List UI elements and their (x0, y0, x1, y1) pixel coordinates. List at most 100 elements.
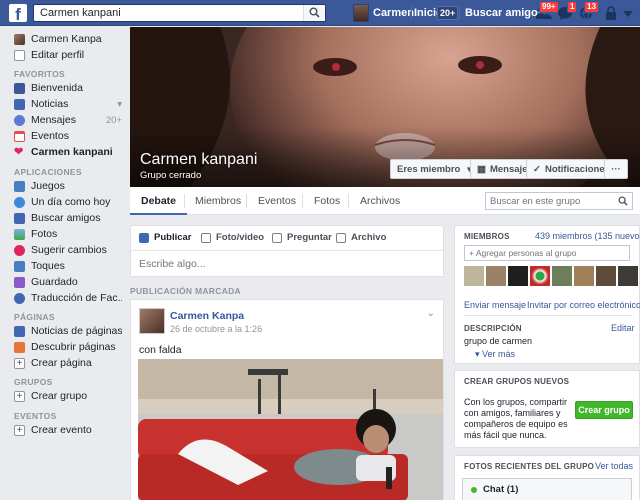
members-panel: MIEMBROS 439 miembros (135 nuevos) Envia… (454, 225, 640, 364)
sidebar-item-create-group[interactable]: + Crear grupo (14, 388, 122, 404)
member-avatar[interactable] (574, 266, 594, 286)
member-avatar[interactable] (552, 266, 572, 286)
sidebar-item-bienvenida[interactable]: Bienvenida (14, 80, 122, 96)
tab-divider (246, 194, 247, 208)
create-groups-text-line3: compañeros de equipo es (464, 419, 568, 429)
member-avatar[interactable] (596, 266, 616, 286)
group-cover-photo[interactable]: Carmen kanpani Grupo cerrado Eres miembr… (130, 27, 640, 187)
left-sidebar: Carmen Kanpa Editar perfil FAVORITOS Bie… (0, 27, 128, 500)
composer-tab-label: Publicar (154, 232, 192, 243)
photo-icon (201, 232, 211, 243)
create-groups-text-line2: con amigos, familiares y (464, 408, 561, 418)
online-status-icon (471, 486, 477, 493)
friends-icon (14, 212, 25, 224)
message-button[interactable]: ▦ Mensaje (470, 159, 535, 179)
pencil-icon (14, 49, 25, 61)
sidebar-item-translate[interactable]: Traducción de Fac... (14, 290, 122, 306)
photos-icon (14, 228, 25, 240)
poke-icon (14, 260, 25, 272)
post-composer: Publicar Foto/video Preguntar Archivo (130, 225, 444, 277)
lock-icon (606, 6, 616, 20)
sidebar-item-messages[interactable]: Mensajes 20+ (14, 112, 122, 128)
send-message-link[interactable]: Enviar mensaje (464, 300, 526, 310)
bulb-icon (14, 244, 25, 256)
post-photo[interactable] (138, 359, 443, 500)
more-options-button[interactable]: ··· (604, 159, 628, 179)
post-timestamp[interactable]: 26 de octubre a la 1:26 (170, 324, 262, 334)
messages-count: 20+ (105, 114, 122, 126)
sidebar-item-photos[interactable]: Fotos (14, 226, 122, 242)
bookmark-icon (14, 276, 25, 288)
chevron-down-icon[interactable]: ⌄ (427, 308, 435, 319)
sidebar-item-suggest-edits[interactable]: Sugerir cambios (14, 242, 122, 258)
search-input[interactable] (34, 5, 302, 21)
member-avatar[interactable] (508, 266, 528, 286)
privacy-shortcuts-button[interactable] (604, 6, 620, 20)
member-avatar[interactable] (618, 266, 638, 286)
sidebar-item-edit-profile[interactable]: Editar perfil (14, 47, 122, 63)
composer-tab-photo-video[interactable]: Foto/video (201, 232, 264, 243)
group-title[interactable]: Carmen kanpani (140, 151, 257, 169)
search-icon[interactable] (618, 196, 628, 206)
sidebar-item-find-friends[interactable]: Buscar amigos (14, 210, 122, 226)
sidebar-item-create-event[interactable]: + Crear evento (14, 422, 122, 438)
sidebar-item-saved[interactable]: Guardado (14, 274, 122, 290)
games-icon (14, 180, 25, 192)
messages-icon (14, 114, 25, 126)
composer-tab-file[interactable]: Archivo (336, 232, 386, 243)
member-avatar[interactable] (530, 266, 550, 286)
search-icon (309, 7, 320, 18)
chat-bar[interactable]: Chat (1) (462, 478, 632, 500)
chevron-down-icon[interactable]: ▾ (117, 99, 122, 110)
checkmark-icon: ✓ (533, 163, 541, 175)
composer-tab-post[interactable]: Publicar (139, 232, 192, 243)
tab-debate[interactable]: Debate (130, 187, 188, 215)
facebook-logo-icon[interactable]: f (9, 4, 27, 22)
find-friends-link[interactable]: Buscar amigos (465, 7, 544, 19)
sidebar-item-events[interactable]: Eventos (14, 128, 122, 144)
tab-events[interactable]: Eventos (258, 187, 296, 215)
sidebar-item-games[interactable]: Juegos (14, 178, 122, 194)
composer-tab-ask[interactable]: Preguntar (272, 232, 332, 243)
member-avatar[interactable] (486, 266, 506, 286)
tab-members[interactable]: Miembros (195, 187, 241, 215)
user-name-link[interactable]: Carmen (373, 7, 414, 19)
composer-input[interactable] (131, 250, 443, 276)
sidebar-item-pokes[interactable]: Toques (14, 258, 122, 274)
account-settings-button[interactable] (622, 6, 638, 20)
member-avatar[interactable] (464, 266, 484, 286)
search-button[interactable] (303, 5, 325, 21)
tab-photos[interactable]: Fotos (314, 187, 340, 215)
translate-icon (14, 292, 25, 304)
apps-section-title: APLICACIONES (14, 167, 82, 177)
news-feed-icon (14, 98, 25, 110)
group-privacy-label: Grupo cerrado (140, 170, 202, 181)
sidebar-item-pages-feed[interactable]: Noticias de páginas (14, 323, 122, 339)
member-status-button[interactable]: Eres miembro ▼ (390, 159, 481, 179)
plus-icon: + (14, 424, 25, 436)
sidebar-item-profile[interactable]: Carmen Kanpa (14, 31, 122, 47)
tab-files[interactable]: Archivos (360, 187, 400, 215)
edit-description-link[interactable]: Editar (611, 323, 635, 333)
user-avatar[interactable] (353, 4, 369, 22)
see-more-link[interactable]: ▾ Ver más (475, 349, 515, 360)
add-people-input[interactable] (464, 245, 630, 261)
sidebar-item-label: Crear grupo (31, 390, 88, 402)
sidebar-item-label: Juegos (31, 180, 65, 192)
sidebar-item-label: Mensajes (31, 114, 76, 126)
avatar[interactable] (139, 308, 165, 334)
invite-by-email-link[interactable]: Invitar por correo electrónico (527, 300, 640, 310)
sidebar-item-create-page[interactable]: + Crear página (14, 355, 122, 371)
group-search-input[interactable] (486, 193, 614, 209)
post-author-link[interactable]: Carmen Kanpa (170, 310, 244, 322)
members-count-link[interactable]: 439 miembros (135 nuevos) (535, 231, 640, 241)
sidebar-item-discover-pages[interactable]: Descubrir páginas (14, 339, 122, 355)
create-group-button[interactable]: Crear grupo (575, 401, 633, 419)
file-icon (336, 232, 346, 243)
question-icon (272, 232, 282, 243)
sidebar-item-group-carmen-kanpani[interactable]: ❤ Carmen kanpani (14, 144, 122, 160)
sidebar-item-label: Sugerir cambios (31, 244, 107, 256)
sidebar-item-news-feed[interactable]: Noticias ▾ (14, 96, 122, 112)
sidebar-item-on-this-day[interactable]: Un día como hoy (14, 194, 122, 210)
see-all-photos-link[interactable]: Ver todas (595, 461, 633, 471)
